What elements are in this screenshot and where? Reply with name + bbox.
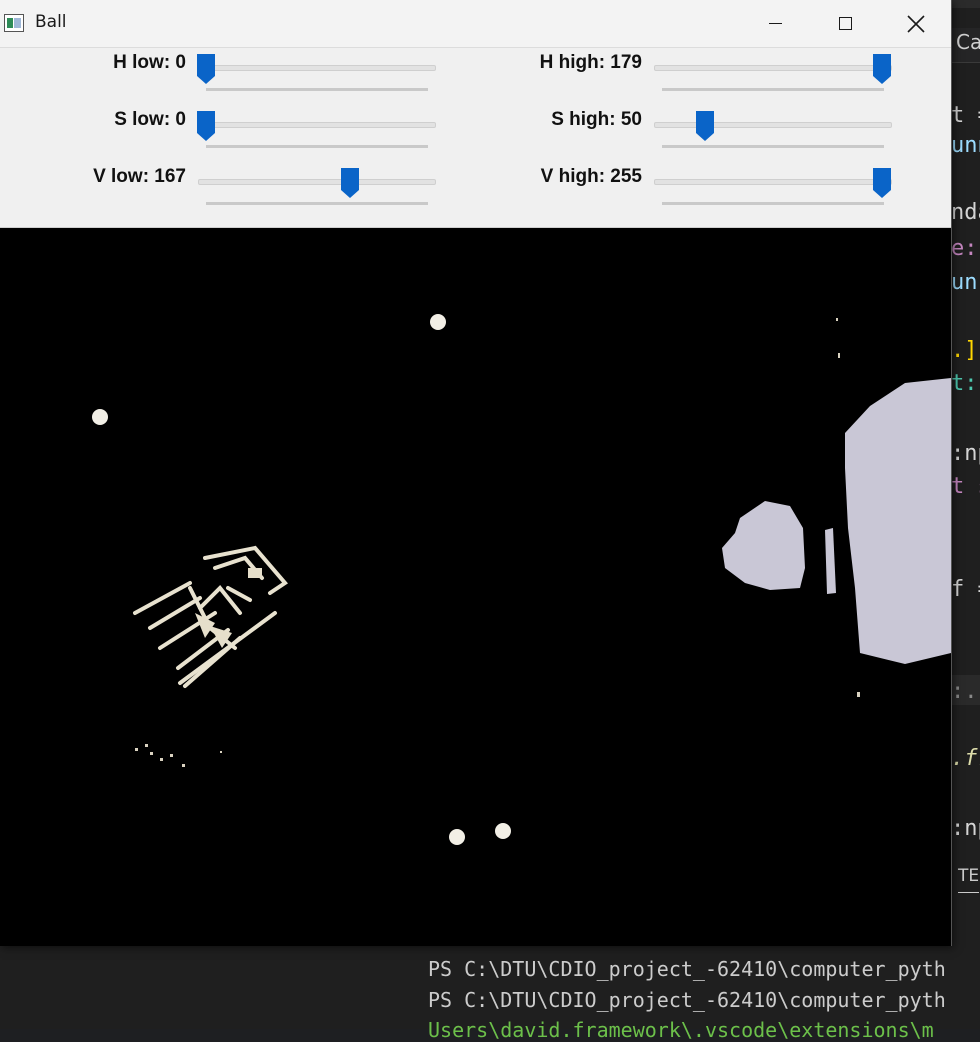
code-fragment: :.. <box>951 679 980 704</box>
code-fragment: t s <box>951 474 980 499</box>
code-fragment: e: <box>951 236 978 261</box>
lavender-region-right <box>845 378 951 664</box>
code-fragment: :np <box>951 816 980 841</box>
terminal-tab[interactable]: TE <box>958 866 980 893</box>
code-fragment: .] <box>951 338 978 363</box>
trackbar-h-high[interactable] <box>654 65 892 71</box>
minimize-button[interactable] <box>740 0 810 47</box>
trackbar-s-high[interactable] <box>654 122 892 128</box>
trackbar-ticks <box>206 145 428 148</box>
trackbar-label-s-high: S high: 50 <box>551 109 642 130</box>
trackbar-panel: H low: 0 H high: 179 S low: 0 S high: 50… <box>0 48 951 228</box>
minimize-icon <box>768 23 782 24</box>
trackbar-thumb-v-low[interactable] <box>341 168 360 198</box>
trackbar-ticks <box>662 88 884 91</box>
lavender-region-left <box>722 501 805 590</box>
ball-window[interactable]: Ball H low: 0 H high: 179 S low: 0 S hig… <box>0 0 952 946</box>
trackbar-ticks <box>662 202 884 205</box>
trackbar-label-h-high: H high: 179 <box>539 52 642 73</box>
ball-blob <box>92 409 108 425</box>
code-fragment: t = <box>951 103 980 128</box>
terminal-line: PS C:\DTU\CDIO_project_-62410\computer_p… <box>428 988 946 1012</box>
ball-blob <box>495 823 511 839</box>
maximize-icon <box>838 17 852 30</box>
trackbar-thumb-h-low[interactable] <box>197 54 215 84</box>
editor-tab[interactable]: Ca <box>956 30 980 54</box>
window-title: Ball <box>35 12 67 32</box>
trackbar-label-v-low: V low: 167 <box>93 166 186 187</box>
trackbar-v-high[interactable] <box>654 179 892 185</box>
trackbar-ticks <box>206 202 428 205</box>
code-fragment: nda <box>951 200 980 225</box>
app-icon <box>4 14 24 32</box>
code-fragment: f = <box>951 577 980 602</box>
close-icon <box>907 14 925 33</box>
code-fragment: .fr <box>951 746 980 771</box>
trackbar-label-h-low: H low: 0 <box>113 52 186 73</box>
robot-blob <box>133 545 288 688</box>
ball-blob <box>430 314 446 330</box>
code-fragment: :np <box>951 441 980 466</box>
trackbar-label-v-high: V high: 255 <box>540 166 642 187</box>
trackbar-thumb-h-high[interactable] <box>873 54 891 84</box>
trackbar-ticks <box>662 145 884 148</box>
trackbar-h-low[interactable] <box>198 65 436 71</box>
title-bar[interactable]: Ball <box>0 0 951 48</box>
robot-blob-fill <box>195 568 262 648</box>
code-fragment: unr <box>951 270 980 295</box>
code-fragment: t:|N <box>951 371 980 396</box>
lavender-region-thin <box>825 528 836 594</box>
trackbar-ticks <box>206 88 428 91</box>
ball-blob <box>449 829 465 845</box>
trackbar-thumb-s-low[interactable] <box>197 111 215 141</box>
trackbar-s-low[interactable] <box>198 122 436 128</box>
close-button[interactable] <box>881 0 951 47</box>
trackbar-label-s-low: S low: 0 <box>114 109 186 130</box>
trackbar-thumb-s-high[interactable] <box>696 111 715 141</box>
mask-image <box>92 314 951 845</box>
maximize-button[interactable] <box>810 0 880 47</box>
terminal-line: PS C:\DTU\CDIO_project_-62410\computer_p… <box>428 957 946 981</box>
code-fragment: unn <box>951 133 980 158</box>
trackbar-thumb-v-high[interactable] <box>873 168 891 198</box>
terminal-line: Users\david.framework\.vscode\extensions… <box>428 1018 934 1042</box>
trackbar-v-low[interactable] <box>198 179 436 185</box>
mask-image-view <box>0 228 951 946</box>
